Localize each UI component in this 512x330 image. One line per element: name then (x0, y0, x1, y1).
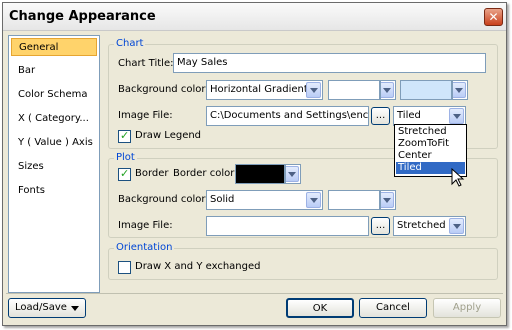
draw-legend-label[interactable]: Draw Legend (135, 129, 201, 143)
nav-item-x-category[interactable]: X ( Category... (11, 110, 97, 128)
plot-border-checkbox[interactable] (118, 167, 131, 181)
plot-bg-color-label: Background color: (118, 194, 209, 205)
title-bar[interactable]: Change Appearance ✕ (3, 3, 506, 31)
plot-browse-button[interactable]: ... (371, 217, 390, 235)
nav-item-bar[interactable]: Bar (11, 62, 97, 80)
chevron-down-icon (381, 192, 394, 208)
chevron-down-icon (306, 192, 321, 208)
chart-bg-color-label: Background color: (118, 84, 209, 95)
dropdown-option-zoomtofit[interactable]: ZoomToFit (396, 138, 465, 150)
nav-item-color-schema[interactable]: Color Schema (11, 86, 97, 104)
chevron-down-icon (286, 166, 299, 182)
close-button[interactable]: ✕ (484, 8, 503, 26)
plot-bg-color-swatch[interactable] (328, 190, 380, 210)
chevron-down-icon (453, 82, 466, 98)
orientation-group-label: Orientation (114, 242, 175, 253)
chevron-down-icon (381, 82, 394, 98)
chart-bg-type-select[interactable]: Horizontal Gradient (206, 80, 323, 100)
exchange-axes-label[interactable]: Draw X and Y exchanged (135, 260, 260, 274)
chart-bg-color2-dropdown[interactable] (452, 80, 468, 100)
plot-image-mode-value: Stretched (397, 220, 446, 231)
apply-button: Apply (433, 298, 501, 318)
nav-item-fonts[interactable]: Fonts (11, 182, 97, 200)
plot-border-color-label: Border color: (173, 168, 238, 179)
chevron-down-icon (449, 108, 464, 124)
dialog-title: Change Appearance (9, 9, 156, 24)
ok-button[interactable]: OK (286, 298, 354, 318)
nav-item-y-value-axis[interactable]: Y ( Value ) Axis (11, 134, 97, 152)
load-save-label: Load/Save (15, 302, 67, 313)
plot-image-mode-select[interactable]: Stretched (393, 216, 466, 236)
plot-image-file-label: Image File: (118, 220, 173, 231)
chart-bg-type-value: Horizontal Gradient (210, 84, 308, 95)
chart-bg-color1-swatch[interactable] (328, 80, 380, 100)
chart-image-file-label: Image File: (118, 110, 173, 121)
plot-bg-type-select[interactable]: Solid (206, 190, 323, 210)
chart-bg-color2-swatch[interactable] (400, 80, 452, 100)
plot-bg-color-dropdown[interactable] (380, 190, 396, 210)
plot-border-label[interactable]: Border (135, 167, 169, 181)
chart-image-path-input[interactable]: C:\Documents and Settings\enc\De (206, 106, 369, 126)
plot-bg-type-value: Solid (210, 194, 235, 205)
footer-divider (6, 293, 503, 294)
exchange-axes-checkbox[interactable] (118, 261, 131, 274)
change-appearance-dialog: Change Appearance ✕ General Bar Color Sc… (2, 2, 507, 326)
chart-group-label: Chart (114, 38, 146, 49)
chart-title-input[interactable]: May Sales (173, 53, 486, 73)
dropdown-option-center[interactable]: Center (396, 150, 465, 162)
chevron-down-icon (449, 218, 464, 234)
chart-title-label: Chart Title: (118, 58, 174, 69)
nav-item-general[interactable]: General (11, 38, 97, 56)
chart-bg-color1-dropdown[interactable] (380, 80, 396, 100)
plot-border-color-dropdown[interactable] (285, 164, 301, 184)
chevron-down-icon (306, 82, 321, 98)
chart-image-mode-value: Tiled (397, 110, 421, 121)
load-save-button[interactable]: Load/Save (8, 298, 86, 318)
chart-browse-button[interactable]: ... (371, 107, 390, 125)
category-list[interactable]: General Bar Color Schema X ( Category...… (8, 35, 100, 293)
dropdown-option-stretched[interactable]: Stretched (396, 126, 465, 138)
plot-group-label: Plot (114, 152, 137, 163)
cancel-button[interactable]: Cancel (359, 298, 427, 318)
plot-image-path-input[interactable] (206, 216, 369, 236)
plot-border-color-swatch[interactable] (235, 164, 285, 184)
nav-item-sizes[interactable]: Sizes (11, 158, 97, 176)
chart-image-mode-select[interactable]: Tiled (393, 106, 466, 126)
caret-down-icon (71, 306, 79, 311)
mouse-pointer-icon (451, 168, 465, 187)
draw-legend-checkbox[interactable] (118, 129, 131, 143)
